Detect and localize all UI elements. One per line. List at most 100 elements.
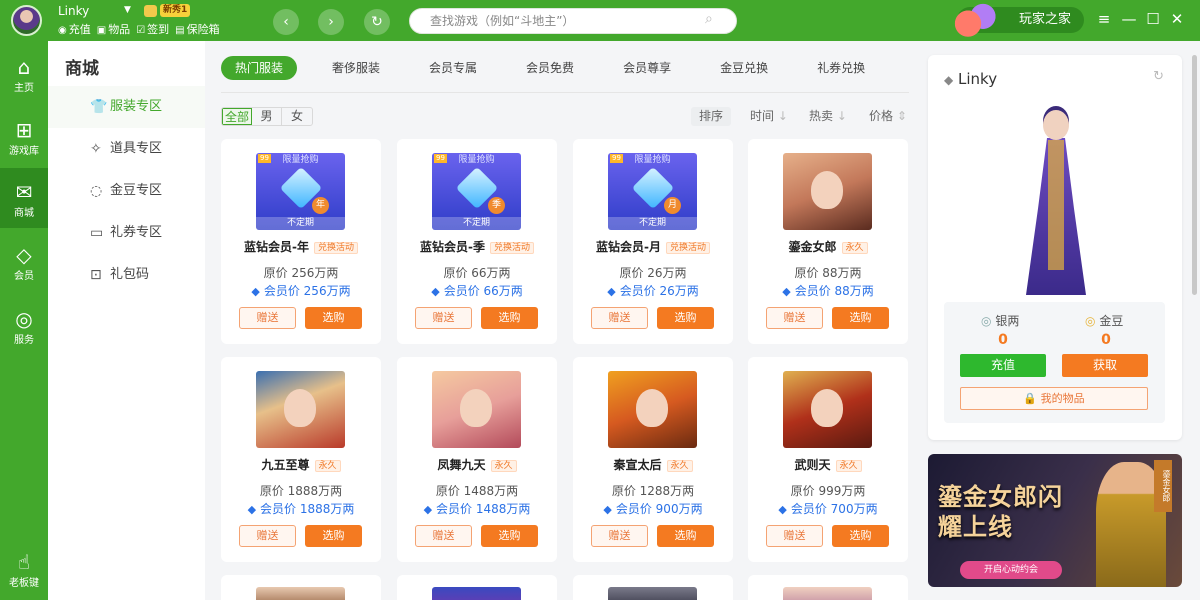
mall-icon: ✉	[15, 180, 33, 204]
sidebar-item-member[interactable]: ◇ 会员	[0, 243, 48, 293]
gift-button[interactable]: 赠送	[415, 307, 472, 329]
filter-female[interactable]: 女	[282, 108, 312, 125]
product-card[interactable]	[573, 575, 733, 600]
product-image[interactable]: 99 限量抢购 月 不定期	[608, 153, 697, 230]
product-image[interactable]	[783, 371, 872, 448]
sort-by-hot[interactable]: 热卖 ↓	[809, 107, 847, 126]
product-image[interactable]	[432, 371, 521, 448]
diamond-icon: ◆	[603, 503, 612, 516]
tab-luxury-clothing[interactable]: 奢侈服装	[318, 56, 394, 80]
sidebar-item-home[interactable]: ⌂ 主页	[0, 55, 48, 105]
gift-button[interactable]: 赠送	[239, 307, 296, 329]
charge-button[interactable]: 充值	[960, 354, 1046, 377]
quick-link-items[interactable]: ▣ 物品	[97, 21, 130, 37]
profile-name: ◆ Linky	[944, 70, 998, 88]
tab-member-free[interactable]: 会员免费	[512, 56, 588, 80]
tab-coupon-exchange[interactable]: 礼券兑换	[803, 56, 879, 80]
buy-button[interactable]: 选购	[305, 307, 362, 329]
user-avatar[interactable]	[11, 5, 42, 36]
product-card[interactable]: 99 限量抢购 年 不定期 蓝钻会员-年 兑换活动 原价 256万两 ◆ 会员价 2…	[221, 139, 381, 344]
gift-button[interactable]: 赠送	[766, 307, 823, 329]
close-icon[interactable]: ✕	[1167, 10, 1187, 28]
category-props[interactable]: ✧ 道具专区	[48, 128, 205, 170]
get-button[interactable]: 获取	[1062, 354, 1148, 377]
product-card[interactable]	[221, 575, 381, 600]
diamond-icon: ◆	[944, 73, 954, 87]
product-image[interactable]: 99 限量抢购 季 不定期	[432, 153, 521, 230]
promo-banner[interactable]: 鎏金女郎闪耀上线 鎏金女郎 开启心动约会	[928, 454, 1182, 587]
buy-button[interactable]: 选购	[832, 307, 889, 329]
avatar-figure	[1016, 110, 1096, 295]
minimize-icon[interactable]: —	[1119, 10, 1139, 28]
quick-link-safe[interactable]: ▤ 保险箱	[175, 21, 219, 37]
buy-button[interactable]: 选购	[305, 525, 362, 547]
product-image[interactable]	[256, 371, 345, 448]
my-items-button[interactable]: 🔒 我的物品	[960, 387, 1148, 410]
tab-hot-clothing[interactable]: 热门服装	[221, 56, 298, 80]
tab-member-exclusive[interactable]: 会员专属	[415, 56, 491, 80]
sidebar-item-service[interactable]: ◎ 服务	[0, 307, 48, 357]
buy-button[interactable]: 选购	[481, 525, 538, 547]
quick-link-checkin[interactable]: ☑ 签到	[136, 21, 169, 37]
product-image[interactable]	[608, 371, 697, 448]
buy-button[interactable]: 选购	[657, 307, 714, 329]
scrollbar[interactable]	[1192, 55, 1197, 295]
banner-side-tag: 鎏金女郎	[1154, 460, 1172, 512]
product-card[interactable]: 凤舞九天 永久 原价 1488万两 ◆ 会员价 1488万两 赠送 选购	[397, 357, 557, 562]
refresh-icon[interactable]: ↻	[1153, 69, 1164, 84]
coin-icon: ◌	[90, 183, 103, 199]
product-image[interactable]: 99 限量抢购 年 不定期	[256, 153, 345, 230]
product-card[interactable]: 九五至尊 永久 原价 1888万两 ◆ 会员价 1888万两 赠送 选购	[221, 357, 381, 562]
gift-button[interactable]: 赠送	[239, 525, 296, 547]
sort-by-price[interactable]: 价格 ⇕	[869, 107, 907, 126]
sort-by-time[interactable]: 时间 ↓	[750, 107, 788, 126]
sidebar-item-games[interactable]: ⊞ 游戏库	[0, 118, 48, 168]
product-card[interactable]: 鎏金女郎 永久 原价 88万两 ◆ 会员价 88万两 赠送 选购	[748, 139, 908, 344]
gift-button[interactable]: 赠送	[591, 307, 648, 329]
product-card[interactable]: 99 限量抢购 月 不定期 蓝钻会员-月 兑换活动 原价 26万两 ◆ 会员价 26…	[573, 139, 733, 344]
product-card[interactable]: 秦宣太后 永久 原价 1288万两 ◆ 会员价 900万两 赠送 选购	[573, 357, 733, 562]
product-card[interactable]: 99 限量抢购 季 不定期 蓝钻会员-季 兑换活动 原价 66万两 ◆ 会员价 66…	[397, 139, 557, 344]
category-clothing[interactable]: 👕 服装专区	[48, 86, 205, 128]
menu-icon[interactable]: ≡	[1094, 10, 1114, 28]
refresh-button[interactable]: ↻	[364, 9, 390, 35]
buy-button[interactable]: 选购	[657, 525, 714, 547]
sidebar-item-mall[interactable]: ✉ 商城	[0, 168, 48, 228]
tab-gold-bean-exchange[interactable]: 金豆兑换	[706, 56, 782, 80]
gift-button[interactable]: 赠送	[766, 525, 823, 547]
product-tag: 兑换活动	[665, 242, 710, 254]
username[interactable]: Linky	[58, 4, 89, 18]
safe-box-icon: ▤	[175, 25, 185, 36]
buy-button[interactable]: 选购	[481, 307, 538, 329]
banner-button[interactable]: 开启心动约会	[960, 561, 1062, 579]
page-title: 商城	[65, 59, 99, 79]
product-tag: 永久	[666, 460, 693, 472]
filter-all[interactable]: 全部	[222, 108, 252, 125]
product-card[interactable]	[397, 575, 557, 600]
buy-button[interactable]: 选购	[832, 525, 889, 547]
original-price: 原价 88万两	[794, 266, 862, 280]
tab-member-premium[interactable]: 会员尊享	[609, 56, 685, 80]
original-price: 原价 66万两	[443, 266, 511, 280]
quick-link-charge[interactable]: ◉ 充值	[58, 21, 91, 37]
gift-button[interactable]: 赠送	[415, 525, 472, 547]
gift-icon[interactable]	[948, 2, 998, 38]
search-icon[interactable]: ⌕	[705, 11, 713, 27]
search-input[interactable]: 查找游戏（例如“斗地主”）	[409, 8, 737, 34]
product-card[interactable]: 武则天 永久 原价 999万两 ◆ 会员价 700万两 赠送 选购	[748, 357, 908, 562]
product-image[interactable]	[783, 153, 872, 230]
chevron-down-icon[interactable]: ▼	[124, 5, 131, 15]
category-gift-code[interactable]: ⊡ 礼包码	[48, 254, 205, 296]
back-button[interactable]: ‹	[273, 9, 299, 35]
gift-button[interactable]: 赠送	[591, 525, 648, 547]
maximize-icon[interactable]: ☐	[1143, 10, 1163, 28]
boss-key-button[interactable]: ☝ 老板键	[0, 550, 48, 595]
product-card[interactable]	[748, 575, 908, 600]
product-tag: 兑换活动	[489, 242, 534, 254]
category-gold-beans[interactable]: ◌ 金豆专区	[48, 170, 205, 212]
service-icon: ◎	[15, 307, 33, 331]
main-sidebar: ⌂ 主页 ⊞ 游戏库 ✉ 商城 ◇ 会员 ◎ 服务 ☝ 老板键	[0, 41, 48, 600]
forward-button[interactable]: ›	[318, 9, 344, 35]
category-coupons[interactable]: ▭ 礼券专区	[48, 212, 205, 254]
filter-male[interactable]: 男	[252, 108, 282, 125]
